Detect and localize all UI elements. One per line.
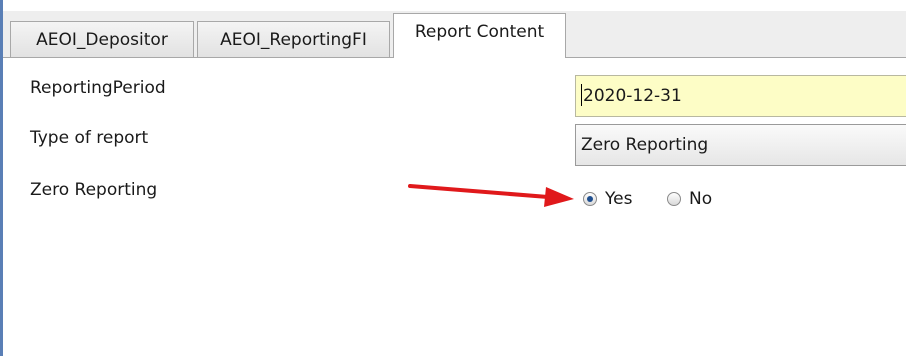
radio-unselected-icon xyxy=(667,192,681,206)
radio-no-label: No xyxy=(689,189,713,209)
zero-reporting-label: Zero Reporting xyxy=(30,180,158,200)
tab-aeoi-reportingfi[interactable]: AEOI_ReportingFI xyxy=(197,21,390,57)
text-cursor xyxy=(581,84,582,106)
app-window: AEOI_Depositor AEOI_ReportingFI Report C… xyxy=(0,0,906,356)
zero-reporting-yes-radio[interactable]: Yes xyxy=(583,185,632,213)
type-of-report-value: Zero Reporting xyxy=(581,135,709,155)
tab-aeoi-depositor[interactable]: AEOI_Depositor xyxy=(10,21,194,57)
tab-report-content[interactable]: Report Content xyxy=(393,13,566,58)
annotation-arrow-icon xyxy=(408,184,574,207)
type-of-report-select[interactable]: Zero Reporting xyxy=(575,124,906,166)
zero-reporting-no-radio[interactable]: No xyxy=(667,185,712,213)
type-of-report-label: Type of report xyxy=(30,128,149,148)
radio-selected-icon xyxy=(583,192,597,206)
reporting-period-label: ReportingPeriod xyxy=(30,78,166,98)
radio-yes-label: Yes xyxy=(605,189,633,209)
reporting-period-value: 2020-12-31 xyxy=(583,86,682,106)
reporting-period-field[interactable]: 2020-12-31 xyxy=(575,75,906,117)
